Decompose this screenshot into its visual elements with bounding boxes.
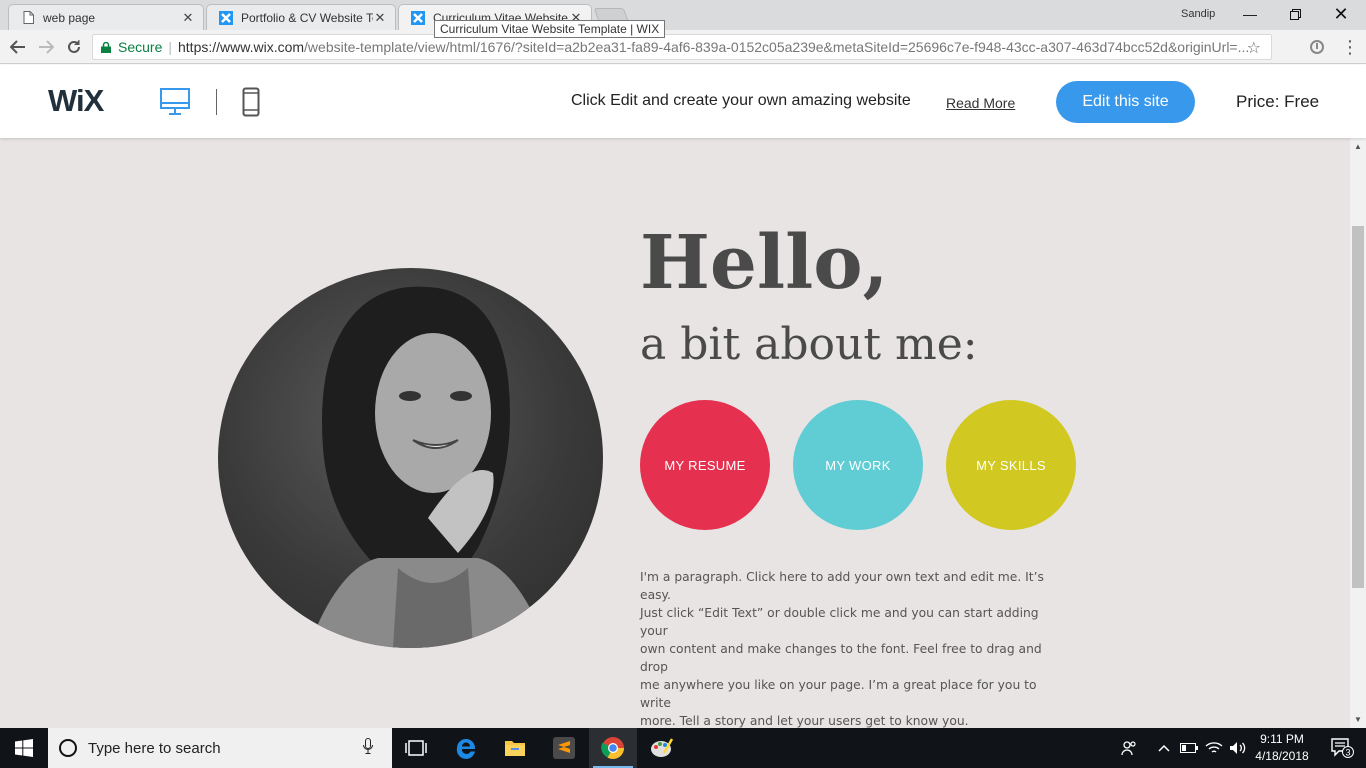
restore-icon[interactable]	[1272, 0, 1318, 28]
taskbar-clock[interactable]: 9:11 PM 4/18/2018	[1250, 731, 1314, 765]
desktop-view-icon[interactable]	[159, 87, 191, 122]
wix-header: WiX Click Edit and create your own amazi…	[0, 65, 1366, 138]
close-icon[interactable]: ✕	[181, 10, 195, 26]
tab-portfolio[interactable]: Portfolio & CV Website Te ✕	[206, 4, 396, 30]
edge-browser-icon[interactable]	[442, 728, 490, 768]
paint-icon[interactable]	[638, 728, 686, 768]
windows-taskbar: Type here to search 9:11 PM 4/18/2018 3	[0, 728, 1366, 768]
address-bar[interactable]: Secure | https://www.wix.com/website-tem…	[92, 34, 1272, 60]
hello-heading: Hello,	[640, 220, 889, 306]
secure-indicator[interactable]: Secure	[101, 39, 162, 55]
file-explorer-icon[interactable]	[491, 728, 539, 768]
clock-time: 9:11 PM	[1260, 732, 1304, 746]
taskbar-search-box[interactable]: Type here to search	[48, 728, 392, 768]
cortana-icon	[59, 739, 77, 757]
bookmark-star-icon[interactable]: ☆	[1247, 38, 1261, 58]
chevron-up-icon[interactable]	[1154, 728, 1174, 768]
paragraph-line: Just click “Edit Text” or double click m…	[640, 606, 1039, 638]
reload-icon[interactable]	[62, 35, 86, 59]
scroll-down-icon[interactable]: ▼	[1350, 711, 1366, 728]
paragraph-line: more. Tell a story and let your users ge…	[640, 714, 969, 728]
edit-this-site-button[interactable]: Edit this site	[1056, 81, 1195, 123]
intro-paragraph: I'm a paragraph. Click here to add your …	[640, 568, 1070, 728]
url-text[interactable]: https://www.wix.com/website-template/vie…	[178, 39, 1271, 55]
scrollbar-thumb[interactable]	[1352, 226, 1364, 588]
promo-text: Click Edit and create your own amazing w…	[571, 92, 911, 109]
scroll-up-icon[interactable]: ▲	[1350, 138, 1366, 155]
omnibox-divider: |	[168, 39, 172, 55]
wix-logo[interactable]: WiX	[48, 83, 104, 119]
tab-web-page[interactable]: web page ✕	[8, 4, 204, 30]
mobile-view-icon[interactable]	[242, 87, 260, 122]
tab-title: Portfolio & CV Website Te	[241, 10, 373, 25]
battery-icon[interactable]	[1178, 728, 1200, 768]
template-preview: Hello, a bit about me: MY RESUME MY WORK…	[0, 138, 1350, 728]
menu-kebab-icon[interactable]: ⋮	[1338, 35, 1362, 59]
price-label: Price: Free	[1236, 92, 1320, 111]
search-placeholder: Type here to search	[88, 739, 221, 757]
url-path: /website-template/view/html/1676/?siteId…	[304, 39, 1250, 55]
paragraph-line: own content and make changes to the font…	[640, 642, 1042, 674]
back-arrow-icon[interactable]	[6, 35, 30, 59]
wix-icon	[411, 10, 425, 25]
forward-arrow-icon[interactable]	[34, 35, 58, 59]
tab-strip: web page ✕ Portfolio & CV Website Te ✕ C…	[0, 0, 1366, 38]
secure-label: Secure	[118, 39, 163, 55]
profile-button[interactable]: Sandip	[1178, 7, 1218, 21]
windows-start-icon[interactable]	[0, 728, 48, 768]
extension-icon[interactable]	[1305, 35, 1329, 59]
task-view-icon[interactable]	[392, 728, 440, 768]
action-center-icon[interactable]: 3	[1322, 728, 1362, 768]
paragraph-line: I'm a paragraph. Click here to add your …	[640, 570, 1044, 602]
people-icon[interactable]	[1116, 728, 1142, 768]
lock-icon	[101, 41, 111, 53]
profile-photo	[218, 268, 603, 648]
screen: web page ✕ Portfolio & CV Website Te ✕ C…	[0, 0, 1366, 768]
microphone-icon[interactable]	[358, 738, 378, 758]
wix-icon	[219, 10, 233, 25]
clock-date: 4/18/2018	[1255, 749, 1309, 763]
my-resume-button[interactable]: MY RESUME	[640, 400, 770, 530]
tab-title: web page	[43, 10, 96, 25]
notification-count: 3	[1345, 748, 1350, 758]
tab-tooltip: Curriculum Vitae Website Template | WIX	[434, 20, 666, 38]
page-scrollbar[interactable]: ▲ ▼	[1350, 138, 1366, 728]
about-subheading: a bit about me:	[640, 319, 978, 370]
my-work-button[interactable]: MY WORK	[793, 400, 923, 530]
url-host: https://www.wix.com	[178, 39, 305, 55]
chrome-icon[interactable]	[589, 728, 637, 768]
volume-icon[interactable]	[1227, 728, 1249, 768]
close-icon[interactable]: ✕	[373, 10, 387, 26]
sublime-text-icon[interactable]	[540, 728, 588, 768]
browser-toolbar: Secure | https://www.wix.com/website-tem…	[0, 30, 1366, 64]
my-skills-button[interactable]: MY SKILLS	[946, 400, 1076, 530]
minimize-icon[interactable]: —	[1227, 0, 1273, 28]
wifi-icon[interactable]	[1203, 728, 1225, 768]
close-window-icon[interactable]: ✕	[1318, 0, 1364, 28]
read-more-link[interactable]: Read More	[946, 95, 1015, 111]
document-icon	[21, 11, 35, 25]
view-divider	[216, 89, 217, 115]
paragraph-line: me anywhere you like on your page. I’m a…	[640, 678, 1037, 710]
